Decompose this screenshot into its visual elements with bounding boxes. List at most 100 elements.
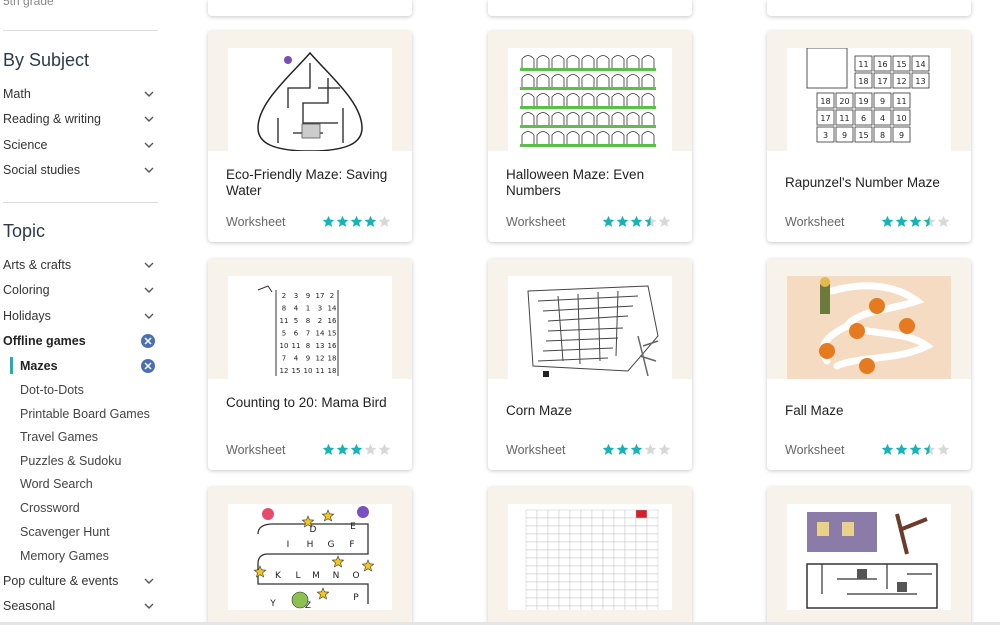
grade-filter-item[interactable]: 5th grade bbox=[3, 0, 54, 8]
card-title[interactable]: Eco-Friendly Maze: Saving Water bbox=[226, 167, 396, 199]
worksheet-thumbnail bbox=[508, 276, 672, 379]
worksheet-card[interactable]: Fall Maze Worksheet bbox=[767, 259, 971, 470]
clear-filter-icon[interactable] bbox=[141, 334, 155, 348]
svg-text:1: 1 bbox=[306, 305, 310, 313]
svg-text:H: H bbox=[307, 540, 314, 550]
filter-puzzles-sudoku[interactable]: Puzzles & Sudoku bbox=[20, 451, 155, 471]
filter-pop-culture-events[interactable]: Pop culture & events bbox=[3, 571, 155, 591]
thumbnail-frame bbox=[488, 31, 692, 151]
svg-text:D: D bbox=[310, 525, 317, 535]
svg-text:3: 3 bbox=[823, 131, 828, 140]
svg-text:5: 5 bbox=[282, 330, 286, 338]
card-partial[interactable] bbox=[488, 0, 692, 16]
filter-sidebar: 5th grade By Subject Math Reading & writ… bbox=[0, 0, 160, 625]
worksheet-card[interactable]: Eco-Friendly Maze: Saving Water Workshee… bbox=[208, 31, 412, 242]
filter-printable-board-games[interactable]: Printable Board Games bbox=[20, 404, 155, 424]
filter-word-search[interactable]: Word Search bbox=[20, 474, 155, 494]
svg-text:9: 9 bbox=[880, 97, 885, 106]
worksheet-card[interactable]: 11 16 15 14 18 17 12 13 18 20 19 9 11 17 11 6 4 10 3 9 15 8 9 … bbox=[767, 31, 971, 242]
star-icon bbox=[630, 443, 643, 461]
card-partial[interactable] bbox=[208, 0, 412, 16]
filter-social-studies[interactable]: Social studies bbox=[3, 160, 155, 180]
worksheet-card[interactable] bbox=[767, 487, 971, 625]
svg-text:F: F bbox=[349, 540, 354, 550]
svg-text:17: 17 bbox=[316, 292, 325, 300]
filter-offline-games[interactable]: Offline games bbox=[3, 331, 155, 351]
filter-memory-games[interactable]: Memory Games bbox=[20, 546, 155, 566]
filter-arts-crafts[interactable]: Arts & crafts bbox=[3, 255, 155, 275]
svg-text:17: 17 bbox=[877, 77, 887, 86]
svg-text:M: M bbox=[312, 571, 320, 581]
worksheet-thumbnail: EDIHGFKLMNOPYZ bbox=[228, 504, 392, 610]
svg-text:15: 15 bbox=[292, 367, 301, 375]
star-icon bbox=[881, 215, 894, 233]
worksheet-card[interactable]: Corn Maze Worksheet bbox=[488, 259, 692, 470]
filter-dot-to-dots[interactable]: Dot-to-Dots bbox=[20, 380, 155, 400]
by-subject-heading: By Subject bbox=[3, 50, 90, 70]
svg-text:19: 19 bbox=[858, 97, 868, 106]
filter-holidays[interactable]: Holidays bbox=[3, 306, 155, 326]
filter-crossword[interactable]: Crossword bbox=[20, 498, 155, 518]
filter-scavenger-hunt[interactable]: Scavenger Hunt bbox=[20, 522, 155, 542]
svg-text:11: 11 bbox=[896, 97, 906, 106]
worksheet-thumbnail bbox=[228, 48, 392, 151]
svg-text:18: 18 bbox=[328, 355, 337, 363]
card-type: Worksheet bbox=[226, 443, 286, 457]
star-icon bbox=[364, 443, 377, 461]
card-title[interactable]: Halloween Maze: Even Numbers bbox=[506, 167, 676, 199]
filter-mazes[interactable]: Mazes bbox=[20, 356, 155, 376]
filter-travel-games[interactable]: Travel Games bbox=[20, 427, 155, 447]
rating-stars bbox=[322, 443, 391, 461]
topic-heading: Topic bbox=[3, 221, 46, 241]
star-icon bbox=[336, 215, 349, 233]
filter-reading-writing[interactable]: Reading & writing bbox=[3, 109, 155, 129]
svg-text:7: 7 bbox=[306, 330, 310, 338]
card-title[interactable]: Counting to 20: Mama Bird bbox=[226, 395, 396, 411]
svg-text:16: 16 bbox=[328, 317, 337, 325]
card-type: Worksheet bbox=[226, 215, 286, 229]
worksheet-card[interactable]: EDIHGFKLMNOPYZ bbox=[208, 487, 412, 625]
chevron-down-icon bbox=[143, 575, 155, 587]
star-icon bbox=[658, 215, 671, 233]
chevron-down-icon bbox=[143, 164, 155, 176]
svg-text:K: K bbox=[275, 571, 282, 581]
star-icon bbox=[644, 215, 657, 233]
filter-coloring[interactable]: Coloring bbox=[3, 280, 155, 300]
svg-text:12: 12 bbox=[316, 355, 325, 363]
filter-math[interactable]: Math bbox=[3, 84, 155, 104]
svg-text:18: 18 bbox=[820, 97, 830, 106]
card-partial[interactable] bbox=[767, 0, 971, 16]
svg-text:4: 4 bbox=[294, 355, 299, 363]
rating-stars bbox=[602, 215, 671, 233]
svg-text:14: 14 bbox=[316, 330, 325, 338]
svg-text:9: 9 bbox=[306, 355, 310, 363]
filter-seasonal[interactable]: Seasonal bbox=[3, 596, 155, 616]
divider bbox=[3, 202, 158, 203]
thumbnail-frame: 11 16 15 14 18 17 12 13 18 20 19 9 11 17 11 6 4 10 3 9 15 8 9 bbox=[767, 31, 971, 151]
card-type: Worksheet bbox=[785, 443, 845, 457]
card-title[interactable]: Corn Maze bbox=[506, 403, 676, 419]
svg-text:L: L bbox=[295, 571, 300, 581]
svg-text:15: 15 bbox=[328, 330, 337, 338]
star-icon bbox=[336, 443, 349, 461]
worksheet-card[interactable]: 2 3 9 17 2 8 4 1 3 14 11 5 8 2 16 5 6 7 14 15 10 11 8 13 16 7 4 9 12… bbox=[208, 259, 412, 470]
svg-text:13: 13 bbox=[915, 77, 925, 86]
star-icon bbox=[602, 215, 615, 233]
card-title[interactable]: Rapunzel's Number Maze bbox=[785, 175, 955, 191]
svg-text:7: 7 bbox=[282, 355, 286, 363]
selected-indicator bbox=[10, 357, 13, 374]
star-icon bbox=[364, 215, 377, 233]
svg-text:8: 8 bbox=[880, 131, 885, 140]
star-icon bbox=[378, 443, 391, 461]
clear-filter-icon[interactable] bbox=[141, 359, 155, 373]
worksheet-card[interactable] bbox=[488, 487, 692, 625]
card-title[interactable]: Fall Maze bbox=[785, 403, 955, 419]
svg-text:E: E bbox=[350, 522, 356, 532]
filter-science[interactable]: Science bbox=[3, 135, 155, 155]
svg-text:G: G bbox=[328, 540, 335, 550]
worksheet-card[interactable]: Halloween Maze: Even Numbers Worksheet bbox=[488, 31, 692, 242]
rating-stars bbox=[322, 215, 391, 233]
svg-text:9: 9 bbox=[306, 292, 310, 300]
svg-text:14: 14 bbox=[328, 305, 337, 313]
svg-text:O: O bbox=[352, 571, 359, 581]
